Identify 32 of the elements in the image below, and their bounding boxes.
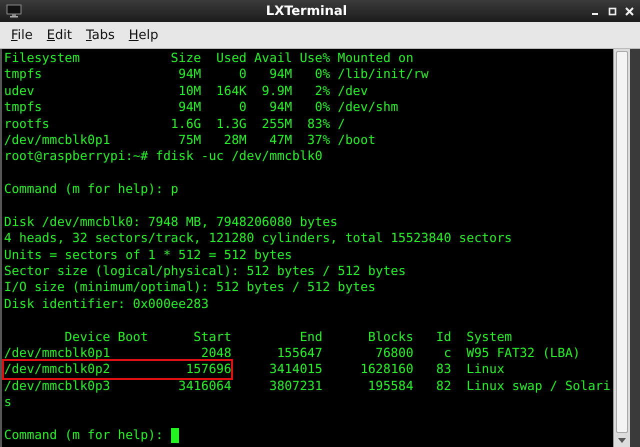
terminal-line: root@raspberrypi:~# fdisk -uc /dev/mmcblk0 <box>4 148 322 165</box>
terminal-line: Disk identifier: 0x000ee283 <box>4 296 209 312</box>
terminal-line: rootfs 1.6G 1.3G 255M 83% / <box>4 116 346 132</box>
scrollbar[interactable] <box>613 49 630 447</box>
terminal-app-icon[interactable] <box>6 4 22 18</box>
terminal-line: I/O size (minimum/optimal): 512 bytes / 512 bytes <box>4 279 376 296</box>
terminal-line: 4 heads, 32 sectors/track, 121280 cylinders, total 15523840 sectors <box>4 230 512 247</box>
close-button[interactable] <box>625 6 634 16</box>
scrollbar-thumb[interactable] <box>616 51 628 433</box>
terminal-line: Command (m for help): p <box>4 181 178 198</box>
terminal-line: 3414015 1628160 83 Linux <box>268 361 504 378</box>
menu-item[interactable]: File <box>5 26 39 44</box>
terminal-line: Command (m for help): <box>4 426 164 444</box>
terminal-line: Filesystem Size Used Avail Use% Mounted on <box>4 50 414 66</box>
terminal-line: Disk /dev/mmcblk0: 7948 MB, 7948206080 bytes <box>4 214 338 230</box>
menu-item[interactable]: Tabs <box>80 26 121 44</box>
highlighted-text: /dev/mmcblk0p2 157696 <box>4 361 232 378</box>
maximize-button[interactable] <box>608 6 617 16</box>
menu-item[interactable]: Help <box>122 26 164 44</box>
terminal-line: s <box>4 394 12 411</box>
terminal-line: tmpfs 94M 0 94M 0% /dev/shm <box>4 99 398 116</box>
terminal-line: tmpfs 94M 0 94M 0% /lib/init/rw <box>4 66 429 83</box>
menu-item[interactable]: Edit <box>40 26 78 44</box>
terminal-line: /dev/mmcblk0p1 75M 28M 47M 37% /boot <box>4 132 376 148</box>
terminal-line: /dev/mmcblk0p3 3416064 3807231 195584 82 Linux swap / Solari <box>4 378 611 394</box>
terminal-line: Units = sectors of 1 * 512 = 512 bytes <box>4 246 292 264</box>
scroll-down-icon[interactable] <box>618 438 626 442</box>
terminal-line: Device Boot Start End Blocks Id System <box>64 328 512 346</box>
terminal-line: Sector size (logical/physical): 512 bytes / 512 bytes <box>4 263 406 280</box>
terminal-line: udev 10M 164K 9.9M 2% /dev <box>4 82 368 100</box>
window-title: LXTerminal <box>264 4 348 18</box>
terminal-line: /dev/mmcblk0p1 2048 155647 76800 c W95 FAT32 (LBA) <box>4 345 580 362</box>
